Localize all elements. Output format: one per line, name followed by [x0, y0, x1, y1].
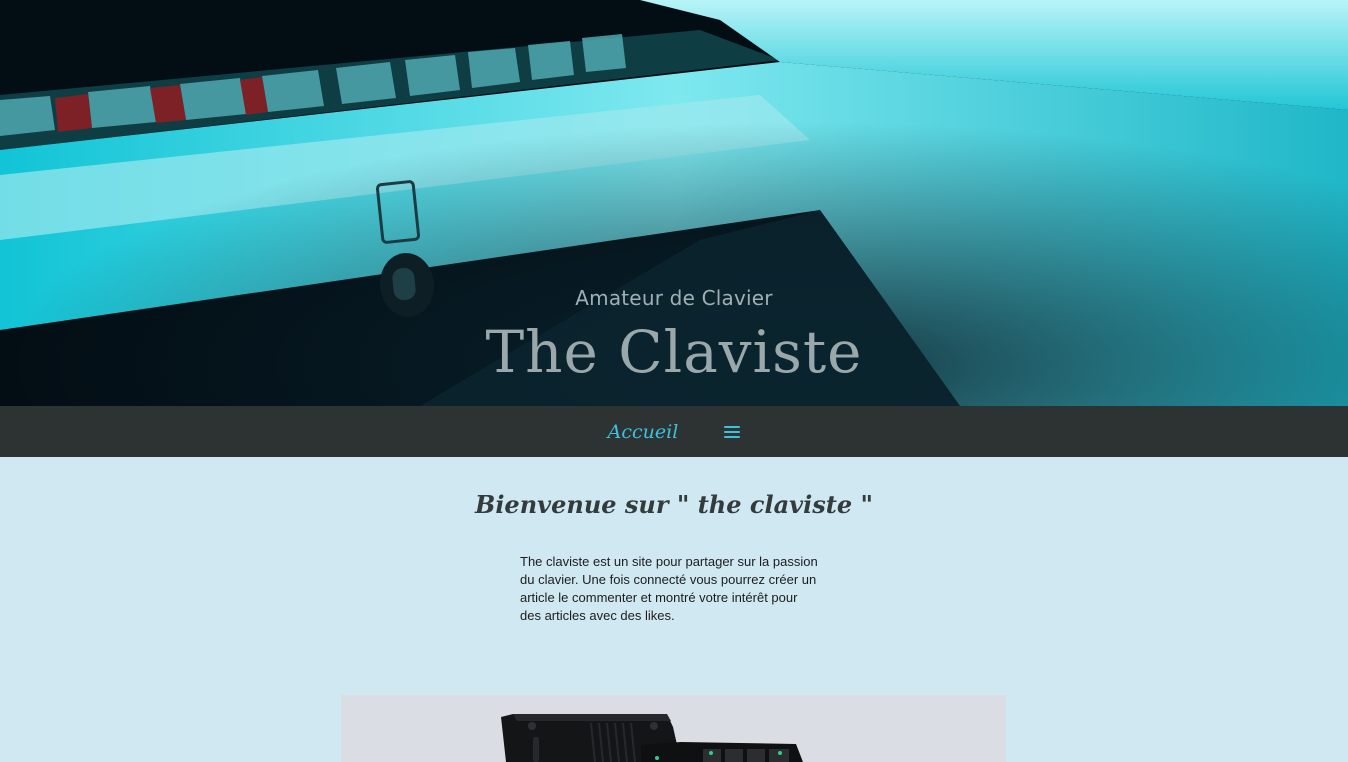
intro-paragraph-end: des articles avec des likes.: [520, 608, 675, 623]
hero-subtitle: Amateur de Clavier: [575, 286, 773, 310]
menu-line: [724, 435, 741, 438]
intro-text: The claviste est un site pour partager s…: [520, 553, 825, 625]
welcome-heading: Bienvenue sur " the claviste ": [475, 490, 873, 519]
site-title: The Claviste: [485, 318, 863, 386]
nav-link-home[interactable]: Accueil: [608, 421, 679, 443]
macropad-product-image: [341, 695, 1006, 762]
main-navigation: Accueil: [0, 406, 1348, 457]
macropad-illustration: [341, 695, 1006, 762]
intro-paragraph: The claviste est un site pour partager s…: [520, 554, 818, 605]
hamburger-menu-icon[interactable]: [724, 425, 741, 439]
hero-banner: Amateur de Clavier The Claviste: [0, 0, 1348, 406]
menu-line: [724, 425, 741, 428]
menu-line: [724, 430, 741, 433]
